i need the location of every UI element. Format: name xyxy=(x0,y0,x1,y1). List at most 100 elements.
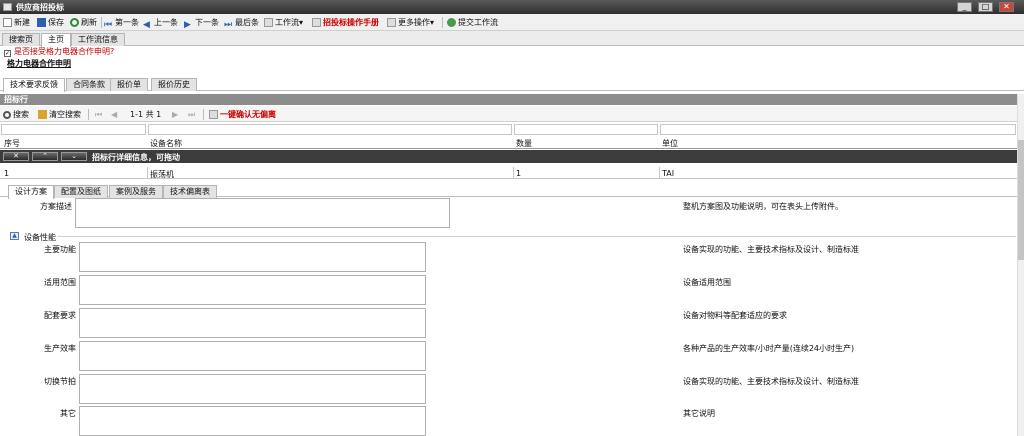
filter-name-input[interactable] xyxy=(148,124,512,135)
tab-home[interactable]: 主页 xyxy=(41,33,71,47)
col-name[interactable]: 设备名称 xyxy=(150,138,182,149)
filter-unit-input[interactable] xyxy=(660,124,1016,135)
next-icon: ▶ xyxy=(184,20,191,30)
gear-icon xyxy=(447,18,456,27)
field-label: 配套要求 xyxy=(44,311,76,320)
save-button[interactable]: 保存 xyxy=(37,16,64,29)
new-icon xyxy=(3,18,12,27)
field-hint: 其它说明 xyxy=(683,409,715,418)
save-label: 保存 xyxy=(48,18,64,27)
refresh-button[interactable]: 刷新 xyxy=(70,16,97,29)
tab-contract-terms[interactable]: 合同条款 xyxy=(66,78,112,91)
agreement-link[interactable]: 格力电器合作申明 xyxy=(7,58,71,69)
last-page-icon[interactable]: ⏭ xyxy=(188,108,195,121)
requirement-textarea[interactable] xyxy=(79,308,426,338)
more-actions-menu[interactable]: 更多操作▾ xyxy=(387,16,434,29)
prev-record-button[interactable]: ◀ 上一条 xyxy=(143,16,178,30)
toolbar: 新建 保存 刷新 ⏮ 第一条 ◀ 上一条 ▶ 下一条 ⏭ 最后条 工作流▾ 招投标操作手… xyxy=(0,14,1024,31)
submit-workflow-button[interactable]: 提交工作流 xyxy=(447,16,498,29)
workflow-label: 工作流 xyxy=(275,18,299,27)
cycle-textarea[interactable] xyxy=(79,374,426,404)
app-icon xyxy=(3,3,12,11)
next-record-button[interactable]: ▶ 下一条 xyxy=(184,16,219,30)
table-row[interactable]: 1 振荡机 1 TAI xyxy=(0,167,1024,179)
manual-button[interactable]: 招投标操作手册 xyxy=(312,16,379,29)
new-button[interactable]: 新建 xyxy=(3,16,30,29)
group-title: 设备性能 xyxy=(22,232,58,243)
field-hint: 设备对物料等配套适应的要求 xyxy=(683,311,787,320)
sub-tabs: 技术要求反馈 合同条款 报价单 报价历史 xyxy=(0,76,1024,92)
submit-label: 提交工作流 xyxy=(458,18,498,27)
field-label: 切换节拍 xyxy=(44,377,76,386)
detail-close-button[interactable]: ✕ xyxy=(3,152,29,161)
tab-config[interactable]: 配置及图纸 xyxy=(54,185,108,198)
other-textarea[interactable] xyxy=(79,406,426,436)
field-hint: 各种产品的生产效率/小时产量(连续24小时生产) xyxy=(683,344,855,353)
clear-search-button[interactable]: 清空搜索 xyxy=(38,108,81,121)
function-textarea[interactable] xyxy=(79,242,426,272)
detail-bar[interactable]: ✕ ⌃ ⌄ 招标行详细信息，可拖动 xyxy=(0,150,1024,163)
more-label: 更多操作 xyxy=(398,18,430,27)
pager-toolbar: 搜索 清空搜索 ⏮ ◀ 1-1 共 1 ▶ ⏭ 一键确认无偏离 xyxy=(0,106,1024,122)
scrollbar-thumb[interactable] xyxy=(1018,140,1024,260)
tab-deviation[interactable]: 技术偏离表 xyxy=(163,185,217,198)
manual-label: 招投标操作手册 xyxy=(323,18,379,27)
tab-workflow-info[interactable]: 工作流信息 xyxy=(71,33,125,46)
search-button[interactable]: 搜索 xyxy=(3,108,29,121)
prev-page-icon[interactable]: ◀ xyxy=(111,108,117,121)
minimize-button[interactable]: _ xyxy=(957,2,972,12)
tab-cases[interactable]: 案例及服务 xyxy=(109,185,163,198)
cell-name: 振荡机 xyxy=(150,170,174,179)
cell-divider xyxy=(147,167,148,179)
tab-search[interactable]: 搜索页 xyxy=(2,33,40,46)
filter-no-input[interactable] xyxy=(1,124,146,135)
toolbar-divider xyxy=(442,17,443,28)
collapse-icon[interactable]: ▲ xyxy=(10,232,19,240)
first-record-button[interactable]: ⏮ 第一条 xyxy=(104,16,139,30)
detail-title: 招标行详细信息，可拖动 xyxy=(92,153,180,162)
tab-design[interactable]: 设计方案 xyxy=(8,185,54,199)
search-icon xyxy=(3,111,11,119)
maximize-button[interactable]: □ xyxy=(978,2,993,12)
scheme-hint: 整机方案图及功能说明，可在表头上传附件。 xyxy=(683,202,843,211)
confirm-icon xyxy=(209,110,218,119)
pager-divider xyxy=(203,109,204,120)
col-qty[interactable]: 数量 xyxy=(516,138,532,149)
first-icon: ⏮ xyxy=(104,20,113,30)
efficiency-textarea[interactable] xyxy=(79,341,426,371)
field-label: 其它 xyxy=(60,409,76,418)
col-unit[interactable]: 单位 xyxy=(662,138,678,149)
field-hint: 设备实现的功能、主要技术指标及设计、制造标准 xyxy=(683,377,859,386)
next-page-icon[interactable]: ▶ xyxy=(172,108,178,121)
new-label: 新建 xyxy=(14,18,30,27)
close-button[interactable]: ✕ xyxy=(999,2,1014,12)
grid-header: 序号 设备名称 数量 单位 xyxy=(0,137,1024,149)
broom-icon xyxy=(38,110,47,119)
detail-down-button[interactable]: ⌄ xyxy=(61,152,87,161)
detail-up-button[interactable]: ⌃ xyxy=(32,152,58,161)
more-icon xyxy=(387,18,396,27)
first-label: 第一条 xyxy=(115,18,139,27)
accept-agreement-row: ✓ 是否接受格力电器合作申明? xyxy=(4,47,114,57)
cell-divider xyxy=(513,167,514,179)
filter-qty-input[interactable] xyxy=(514,124,658,135)
field-label: 生产效率 xyxy=(44,344,76,353)
accept-checkbox[interactable]: ✓ xyxy=(4,50,11,57)
accept-question: 是否接受格力电器合作申明? xyxy=(14,47,115,56)
first-page-icon[interactable]: ⏮ xyxy=(95,108,102,121)
tab-tech-feedback[interactable]: 技术要求反馈 xyxy=(3,78,65,92)
scope-textarea[interactable] xyxy=(79,275,426,305)
col-no[interactable]: 序号 xyxy=(4,138,20,149)
refresh-icon xyxy=(70,18,79,27)
scheme-label: 方案描述 xyxy=(40,202,72,211)
confirm-no-deviation-button[interactable]: 一键确认无偏离 xyxy=(209,108,276,121)
tab-quotation[interactable]: 报价单 xyxy=(110,78,148,91)
cell-unit: TAI xyxy=(662,169,675,178)
last-record-button[interactable]: ⏭ 最后条 xyxy=(224,16,259,30)
cell-no: 1 xyxy=(4,169,10,178)
save-icon xyxy=(37,18,46,27)
prev-icon: ◀ xyxy=(143,20,150,30)
workflow-menu[interactable]: 工作流▾ xyxy=(264,16,303,29)
scheme-textarea[interactable] xyxy=(75,198,450,228)
tab-quote-history[interactable]: 报价历史 xyxy=(151,78,197,91)
